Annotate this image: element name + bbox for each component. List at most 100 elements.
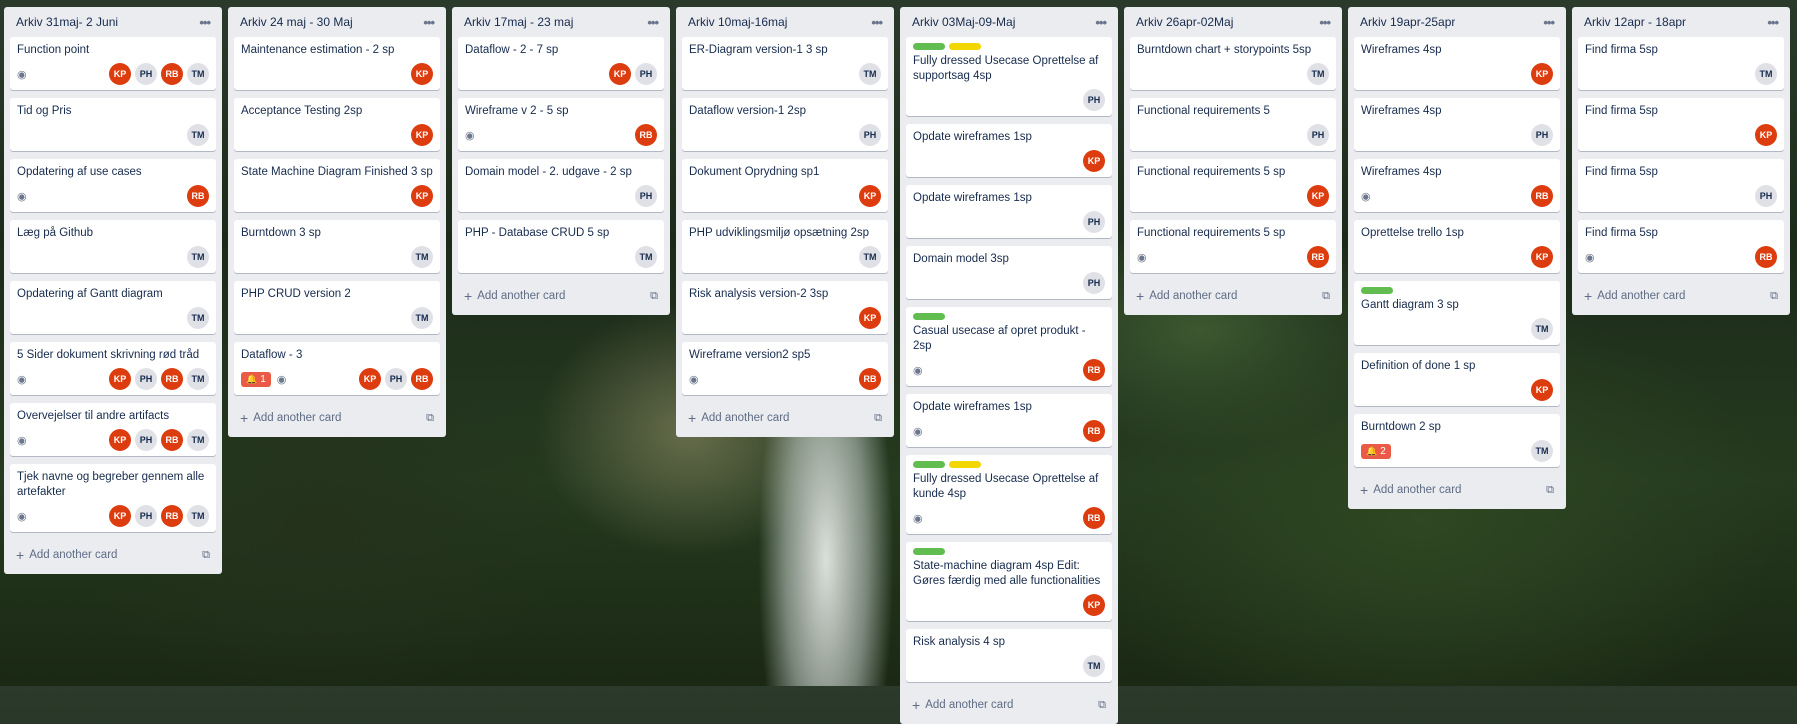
card-template-icon[interactable]: ⧉ [1098, 699, 1106, 712]
card[interactable]: Definition of done 1 sp KP [1354, 353, 1560, 406]
avatar[interactable]: RB [187, 185, 209, 207]
avatar[interactable]: TM [411, 246, 433, 268]
card[interactable]: PHP udviklingsmiljø opsætning 2sp TM [682, 220, 888, 273]
card[interactable]: Overvejelser til andre artifacts ◉ KP PH RB T… [10, 403, 216, 456]
card[interactable]: Oprettelse trello 1sp KP [1354, 220, 1560, 273]
avatar[interactable]: TM [187, 63, 209, 85]
avatar[interactable]: PH [635, 185, 657, 207]
card[interactable]: State Machine Diagram Finished 3 sp KP [234, 159, 440, 212]
card[interactable]: Domain model 3sp PH [906, 246, 1112, 299]
avatar[interactable]: TM [1083, 655, 1105, 677]
avatar[interactable]: RB [411, 368, 433, 390]
card[interactable]: Fully dressed Usecase Oprettelse af kund… [906, 455, 1112, 534]
card-template-icon[interactable]: ⧉ [1546, 484, 1554, 497]
card[interactable]: ER-Diagram version-1 3 sp TM [682, 37, 888, 90]
avatar[interactable]: RB [161, 63, 183, 85]
card[interactable]: Opdate wireframes 1sp ◉ RB [906, 394, 1112, 447]
avatar[interactable]: PH [1531, 124, 1553, 146]
card[interactable]: State-machine diagram 4sp Edit: Gøres fæ… [906, 542, 1112, 621]
avatar[interactable]: TM [1531, 440, 1553, 462]
card[interactable]: Find firma 5sp ◉ RB [1578, 220, 1784, 273]
avatar[interactable]: KP [411, 124, 433, 146]
card[interactable]: Burntdown 3 sp TM [234, 220, 440, 273]
avatar[interactable]: PH [1083, 211, 1105, 233]
more-horizontal-icon[interactable]: ••• [199, 15, 211, 30]
card[interactable]: Dataflow version-1 2sp PH [682, 98, 888, 151]
add-card-button[interactable]: + Add another card [912, 697, 1013, 713]
card-template-icon[interactable]: ⧉ [426, 412, 434, 425]
avatar[interactable]: PH [1307, 124, 1329, 146]
card-template-icon[interactable]: ⧉ [202, 549, 210, 562]
card[interactable]: Find firma 5sp KP [1578, 98, 1784, 151]
list-title[interactable]: Arkiv 17maj - 23 maj [464, 15, 573, 29]
card[interactable]: Opdate wireframes 1sp KP [906, 124, 1112, 177]
card[interactable]: Casual usecase af opret produkt - 2sp ◉ RB [906, 307, 1112, 386]
avatar[interactable]: KP [109, 368, 131, 390]
avatar[interactable]: KP [109, 63, 131, 85]
avatar[interactable]: TM [1755, 63, 1777, 85]
avatar[interactable]: PH [635, 63, 657, 85]
card[interactable]: Opdate wireframes 1sp PH [906, 185, 1112, 238]
avatar[interactable]: TM [187, 246, 209, 268]
card[interactable]: Functional requirements 5 sp ◉ RB [1130, 220, 1336, 273]
avatar[interactable]: KP [359, 368, 381, 390]
avatar[interactable]: PH [859, 124, 881, 146]
card[interactable]: 5 Sider dokument skrivning rød tråd ◉ KP PH… [10, 342, 216, 395]
card-label[interactable] [913, 43, 945, 50]
card[interactable]: Tjek navne og begreber gennem alle artef… [10, 464, 216, 532]
more-horizontal-icon[interactable]: ••• [1767, 15, 1779, 30]
more-horizontal-icon[interactable]: ••• [871, 15, 883, 30]
avatar[interactable]: RB [1307, 246, 1329, 268]
card-template-icon[interactable]: ⧉ [650, 290, 658, 303]
avatar[interactable]: PH [135, 63, 157, 85]
card[interactable]: Fully dressed Usecase Oprettelse af supp… [906, 37, 1112, 116]
card[interactable]: Wireframes 4sp KP [1354, 37, 1560, 90]
avatar[interactable]: TM [411, 307, 433, 329]
card[interactable]: Burntdown 2 sp 🔔 2 TM [1354, 414, 1560, 467]
avatar[interactable]: PH [1083, 89, 1105, 111]
card[interactable]: Functional requirements 5 sp KP [1130, 159, 1336, 212]
list-title[interactable]: Arkiv 03Maj-09-Maj [912, 15, 1015, 29]
card-template-icon[interactable]: ⧉ [874, 412, 882, 425]
avatar[interactable]: PH [1083, 272, 1105, 294]
avatar[interactable]: KP [109, 505, 131, 527]
card[interactable]: Gantt diagram 3 sp TM [1354, 281, 1560, 345]
card[interactable]: Dataflow - 3 🔔 1 ◉ KP PH RB [234, 342, 440, 395]
card[interactable]: Burntdown chart + storypoints 5sp TM [1130, 37, 1336, 90]
avatar[interactable]: RB [635, 124, 657, 146]
avatar[interactable]: TM [187, 124, 209, 146]
add-card-button[interactable]: + Add another card [1360, 482, 1461, 498]
card-label[interactable] [949, 43, 981, 50]
add-card-button[interactable]: + Add another card [1136, 288, 1237, 304]
card[interactable]: Functional requirements 5 PH [1130, 98, 1336, 151]
avatar[interactable]: TM [859, 246, 881, 268]
add-card-button[interactable]: + Add another card [688, 410, 789, 426]
avatar[interactable]: KP [1083, 594, 1105, 616]
avatar[interactable]: KP [1531, 63, 1553, 85]
add-card-button[interactable]: + Add another card [464, 288, 565, 304]
avatar[interactable]: KP [859, 185, 881, 207]
avatar[interactable]: RB [1083, 420, 1105, 442]
avatar[interactable]: KP [1307, 185, 1329, 207]
more-horizontal-icon[interactable]: ••• [1095, 15, 1107, 30]
avatar[interactable]: PH [135, 368, 157, 390]
avatar[interactable]: KP [411, 63, 433, 85]
list-title[interactable]: Arkiv 12apr - 18apr [1584, 15, 1686, 29]
list-title[interactable]: Arkiv 19apr-25apr [1360, 15, 1455, 29]
avatar[interactable]: KP [1531, 379, 1553, 401]
card[interactable]: PHP CRUD version 2 TM [234, 281, 440, 334]
avatar[interactable]: TM [635, 246, 657, 268]
card[interactable]: Wireframe version2 sp5 ◉ RB [682, 342, 888, 395]
avatar[interactable]: RB [1755, 246, 1777, 268]
card-label[interactable] [913, 313, 945, 320]
avatar[interactable]: PH [1755, 185, 1777, 207]
card-label[interactable] [913, 548, 945, 555]
avatar[interactable]: RB [1083, 507, 1105, 529]
list-title[interactable]: Arkiv 26apr-02Maj [1136, 15, 1233, 29]
card[interactable]: Find firma 5sp PH [1578, 159, 1784, 212]
avatar[interactable]: KP [1755, 124, 1777, 146]
avatar[interactable]: TM [187, 368, 209, 390]
avatar[interactable]: TM [187, 505, 209, 527]
avatar[interactable]: RB [1531, 185, 1553, 207]
card[interactable]: Domain model - 2. udgave - 2 sp PH [458, 159, 664, 212]
